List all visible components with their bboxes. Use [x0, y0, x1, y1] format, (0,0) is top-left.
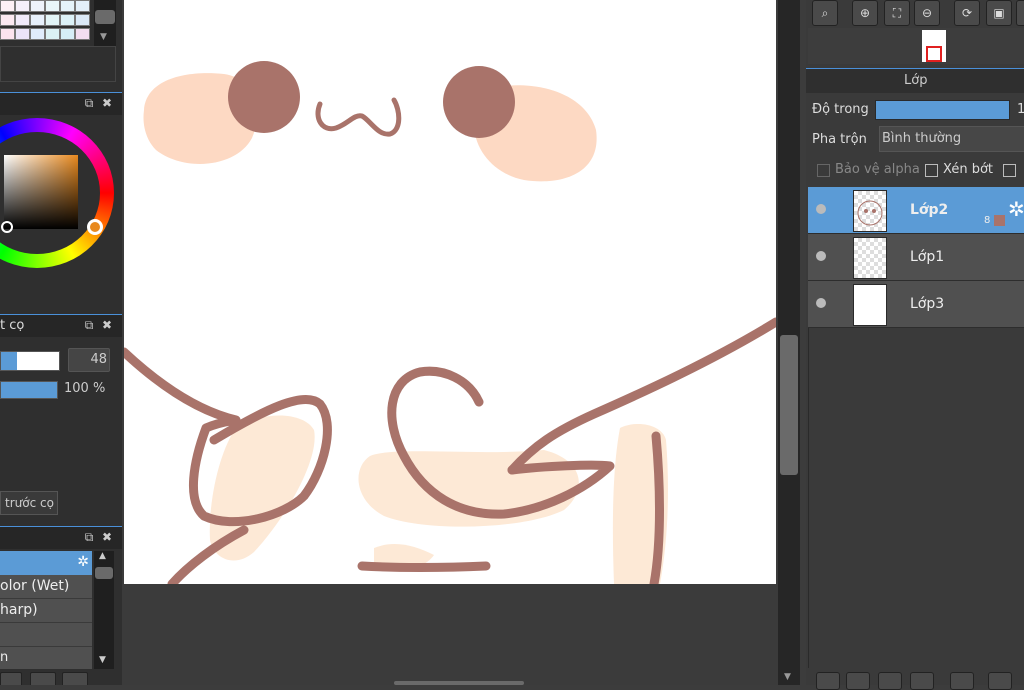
fullscreen-icon[interactable]: ▣ [986, 0, 1012, 26]
new-8bit-layer-icon[interactable] [878, 672, 902, 690]
close-icon[interactable]: ✖ [100, 530, 114, 544]
left-bottom-toolbar [0, 672, 122, 685]
folder-icon[interactable] [950, 672, 974, 690]
protect-alpha-label: Bảo vệ alpha [835, 162, 920, 177]
list-item[interactable]: harp) [0, 599, 92, 623]
drawing-canvas[interactable] [124, 0, 776, 584]
brush-preview-button[interactable]: trước cọ [0, 491, 58, 515]
duplicate-layer-icon[interactable] [988, 672, 1012, 690]
swatch-scrollbar[interactable]: ▼ [94, 0, 116, 46]
blend-mode-select[interactable]: Bình thường [879, 126, 1024, 152]
lock-checkbox[interactable] [1003, 164, 1016, 177]
blend-mode-label: Pha trộn [812, 132, 867, 147]
color-swatch-grid[interactable] [0, 0, 90, 44]
navigator-thumbnail [922, 30, 946, 62]
rotate-icon[interactable]: ⟳ [954, 0, 980, 26]
center-fill [358, 450, 579, 527]
clipping-label: Xén bớt [943, 162, 993, 177]
canvas-area [122, 0, 780, 685]
new-brush-icon[interactable] [0, 672, 22, 685]
navigator[interactable] [808, 28, 1024, 64]
zoom-in-icon[interactable]: ⊕ [852, 0, 878, 26]
close-icon[interactable]: ✖ [100, 96, 114, 110]
layer-row-3[interactable]: Lớp3 [808, 281, 1024, 328]
popout-icon[interactable]: ⧉ [82, 530, 96, 544]
eye-icon[interactable] [816, 251, 826, 261]
layer-panel-title: Lớp [904, 73, 928, 88]
duplicate-icon[interactable] [62, 672, 88, 685]
list-item[interactable]: n [0, 647, 92, 669]
protect-alpha-checkbox[interactable] [817, 164, 830, 177]
layer-row-2[interactable]: Lớp2 8 ✲ [808, 187, 1024, 234]
canvas-h-scrollbar[interactable] [394, 681, 524, 685]
hue-handle[interactable] [87, 219, 103, 235]
new-halftone-layer-icon[interactable] [846, 672, 870, 690]
brush-opacity-value: 100 % [64, 381, 106, 396]
layer-opacity-value: 1 [1017, 102, 1024, 117]
eye-icon[interactable] [816, 298, 826, 308]
right-panel: ⌕ ⊕ ⛶ ⊖ ⟳ ▣ Lớp Độ trong 1 Pha trộn Bình… [806, 0, 1024, 690]
layer-name: Lớp1 [910, 249, 945, 265]
artwork [124, 61, 776, 584]
layer-list-empty [808, 328, 1024, 668]
zoom-fit-icon[interactable]: ⌕ [812, 0, 838, 26]
layer-opacity-slider[interactable] [875, 100, 1010, 120]
left-arm-line [124, 347, 241, 425]
more-icon[interactable] [1016, 0, 1024, 26]
color-panel-header: ⧉ ✖ [0, 92, 122, 115]
layer-thumbnail [853, 190, 887, 232]
layer-opacity-label: Độ trong [812, 102, 869, 117]
layer-name: Lớp3 [910, 296, 945, 312]
mouth [315, 97, 402, 137]
saturation-value-square[interactable] [4, 155, 78, 229]
layer-badge: 8 [984, 215, 991, 226]
layer-name: Lớp2 [910, 202, 949, 218]
list-item[interactable]: ✲ [0, 551, 92, 575]
layer-thumbnail [853, 237, 887, 279]
swatch-area-empty [0, 46, 116, 82]
fit-screen-icon[interactable]: ⛶ [884, 0, 910, 26]
zoom-out-icon[interactable]: ⊖ [914, 0, 940, 26]
left-panel: ▼ ⧉ ✖ t cọ ⧉ ✖ 48 100 % trước cọ ⧉ ✖ ✲ o… [0, 0, 122, 685]
close-icon[interactable]: ✖ [100, 318, 114, 332]
layer-row-1[interactable]: Lớp1 [808, 234, 1024, 281]
popout-icon[interactable]: ⧉ [82, 96, 96, 110]
blush-shapes [143, 73, 668, 584]
clipping-checkbox[interactable] [925, 164, 938, 177]
gear-icon[interactable]: ✲ [1008, 197, 1024, 221]
new-layer-icon[interactable] [816, 672, 840, 690]
layer-panel-header: Lớp [806, 68, 1024, 93]
brush-size-slider[interactable] [0, 351, 60, 371]
layer-thumbnail [853, 284, 887, 326]
left-eye [228, 61, 300, 133]
sv-handle[interactable] [1, 221, 13, 233]
canvas-v-scrollbar[interactable]: ▼ [778, 0, 800, 685]
right-eye [443, 66, 515, 138]
popout-icon[interactable]: ⧉ [82, 318, 96, 332]
gear-icon[interactable]: ✲ [77, 554, 89, 570]
brush-list: ✲ olor (Wet) harp) n [0, 551, 92, 669]
new-1bit-layer-icon[interactable] [910, 672, 934, 690]
list-item[interactable]: olor (Wet) [0, 575, 92, 599]
brush-list-scrollbar[interactable]: ▲ ▼ [94, 551, 114, 669]
brush-panel-title: t cọ [0, 318, 25, 333]
brush-size-value[interactable]: 48 [68, 348, 110, 372]
brush-opacity-slider[interactable] [0, 381, 58, 399]
bottom-line [357, 561, 491, 572]
brush-list-header: ⧉ ✖ [0, 526, 122, 549]
brush-panel-header: t cọ ⧉ ✖ [0, 314, 122, 337]
eye-icon[interactable] [816, 204, 826, 214]
folder-icon[interactable] [30, 672, 56, 685]
layer-color-chip [994, 215, 1005, 226]
scroll-thumb[interactable] [780, 335, 798, 475]
list-item[interactable] [0, 623, 92, 647]
